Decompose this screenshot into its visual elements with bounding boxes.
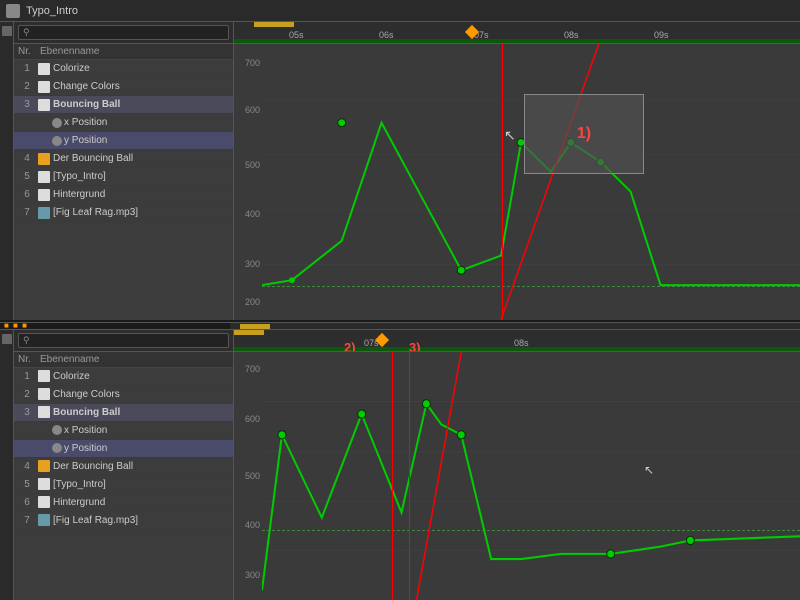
search-input-2[interactable]	[33, 335, 224, 346]
layer-row-1-3[interactable]: 3 Bouncing Ball	[14, 96, 233, 114]
layer-icon-2-1	[38, 370, 50, 382]
app-icon	[6, 4, 20, 18]
layer-icon-1-3	[38, 99, 50, 111]
layer-row-1-xpos[interactable]: x Position	[14, 114, 233, 132]
layer-row-2-5[interactable]: 5 [Typo_Intro]	[14, 476, 233, 494]
layer-header-name-2: Ebenenname	[40, 354, 100, 365]
tracks-bg-2: 700 600 500 400 300	[234, 352, 800, 600]
layer-row-2-1[interactable]: 1 Colorize	[14, 368, 233, 386]
layer-row-2-ypos[interactable]: y Position	[14, 440, 233, 458]
layer-row-1-7[interactable]: 7 [Fig Leaf Rag.mp3]	[14, 204, 233, 222]
layer-header-nr-1: Nr.	[18, 46, 40, 57]
layer-header-name-1: Ebenenname	[40, 46, 100, 57]
layer-row-1-4[interactable]: 4 Der Bouncing Ball	[14, 150, 233, 168]
search-icon-2: ⚲	[23, 335, 30, 346]
timeline-orange-bar-2	[234, 330, 264, 335]
layer-items-2: 1 Colorize 2 Change Colors 3 Bouncing Ba…	[14, 368, 233, 600]
layer-row-2-4[interactable]: 4 Der Bouncing Ball	[14, 458, 233, 476]
timeline-area-2: 07s 08s 2) 3) 700 600 500 400 300	[234, 330, 800, 600]
tracks-bg-1: 700 600 500 400 300 200	[234, 44, 800, 320]
layer-row-1-5[interactable]: 5 [Typo_Intro]	[14, 168, 233, 186]
green-bar-top-2	[234, 347, 800, 351]
layer-icon-2-5	[38, 478, 50, 490]
left-icon-strip-1	[0, 22, 14, 320]
panel-1: ⚲ Nr. Ebenenname 1 Colorize 2	[0, 22, 800, 322]
layer-header-nr-2: Nr.	[18, 354, 40, 365]
search-input-1[interactable]	[33, 27, 224, 38]
panel-2: ⚲ Nr. Ebenenname 1 Colorize 2 Change Col…	[0, 330, 800, 600]
layer-icon-2-7	[38, 514, 50, 526]
layer-icon-2-3	[38, 406, 50, 418]
graph-svg-1	[262, 44, 800, 320]
annotation-3-label: 3)	[409, 340, 421, 352]
eye-icon-2-ypos	[52, 443, 62, 453]
panels-container: ⚲ Nr. Ebenenname 1 Colorize 2	[0, 22, 800, 600]
layer-list-2: ⚲ Nr. Ebenenname 1 Colorize 2 Change Col…	[14, 330, 234, 600]
layer-row-2-7[interactable]: 7 [Fig Leaf Rag.mp3]	[14, 512, 233, 530]
layer-row-1-6[interactable]: 6 Hintergrund	[14, 186, 233, 204]
timeline-ruler-2: 07s 08s 2) 3)	[234, 330, 800, 352]
strip-icon-1	[2, 26, 12, 36]
timeline-marker-bar-1	[254, 22, 294, 27]
green-bar-top-1	[234, 39, 800, 43]
layer-icon-1-6	[38, 189, 50, 201]
annotation-box-1: 1)	[524, 94, 644, 174]
eye-icon-2-xpos	[52, 425, 62, 435]
layer-icon-1-4	[38, 153, 50, 165]
layer-row-1-1[interactable]: 1 Colorize	[14, 60, 233, 78]
layer-icon-1-5	[38, 171, 50, 183]
layer-header-1: Nr. Ebenenname	[14, 44, 233, 60]
search-box-2[interactable]: ⚲	[18, 333, 229, 348]
layer-icon-2-6	[38, 496, 50, 508]
annotation-2-label: 2)	[344, 340, 356, 352]
annotation-text-1: 1)	[577, 125, 591, 143]
layer-row-1-ypos[interactable]: y Position	[14, 132, 233, 150]
timeline-ruler-1: 05s 06s 07s 08s 09s	[234, 22, 800, 44]
y-labels-2: 700 600 500 400 300	[234, 352, 262, 600]
app-title: Typo_Intro	[26, 5, 78, 17]
layer-toolbar-2: ⚲	[14, 330, 233, 352]
strip-icon-2	[2, 334, 12, 344]
graph-svg-2	[262, 352, 800, 600]
layer-icon-1-2	[38, 81, 50, 93]
layer-row-2-2[interactable]: 2 Change Colors	[14, 386, 233, 404]
layer-icon-2-2	[38, 388, 50, 400]
layer-icon-2-4	[38, 460, 50, 472]
layer-header-2: Nr. Ebenenname	[14, 352, 233, 368]
layer-items-1: 1 Colorize 2 Change Colors 3 Bouncing Ba…	[14, 60, 233, 320]
layer-row-1-2[interactable]: 2 Change Colors	[14, 78, 233, 96]
timeline-area-1: 05s 06s 07s 08s 09s 700 600 500 400 300	[234, 22, 800, 320]
layer-icon-1-7	[38, 207, 50, 219]
left-icon-strip-2	[0, 330, 14, 600]
panel-divider: ■ ■ ■	[0, 322, 800, 330]
layer-toolbar-1: ⚲	[14, 22, 233, 44]
divider-orange-bar	[240, 324, 270, 329]
eye-icon-1-xpos	[52, 118, 62, 128]
y-labels-1: 700 600 500 400 300 200	[234, 44, 262, 320]
panel-divider-dots: ■ ■ ■	[4, 321, 28, 330]
layer-row-2-3[interactable]: 3 Bouncing Ball	[14, 404, 233, 422]
search-icon-1: ⚲	[23, 27, 30, 38]
top-bar: Typo_Intro	[0, 0, 800, 22]
layer-row-2-6[interactable]: 6 Hintergrund	[14, 494, 233, 512]
search-box-1[interactable]: ⚲	[18, 25, 229, 40]
layer-icon-1-1	[38, 63, 50, 75]
layer-list-1: ⚲ Nr. Ebenenname 1 Colorize 2	[14, 22, 234, 320]
eye-icon-1-ypos	[52, 136, 62, 146]
layer-row-2-xpos[interactable]: x Position	[14, 422, 233, 440]
